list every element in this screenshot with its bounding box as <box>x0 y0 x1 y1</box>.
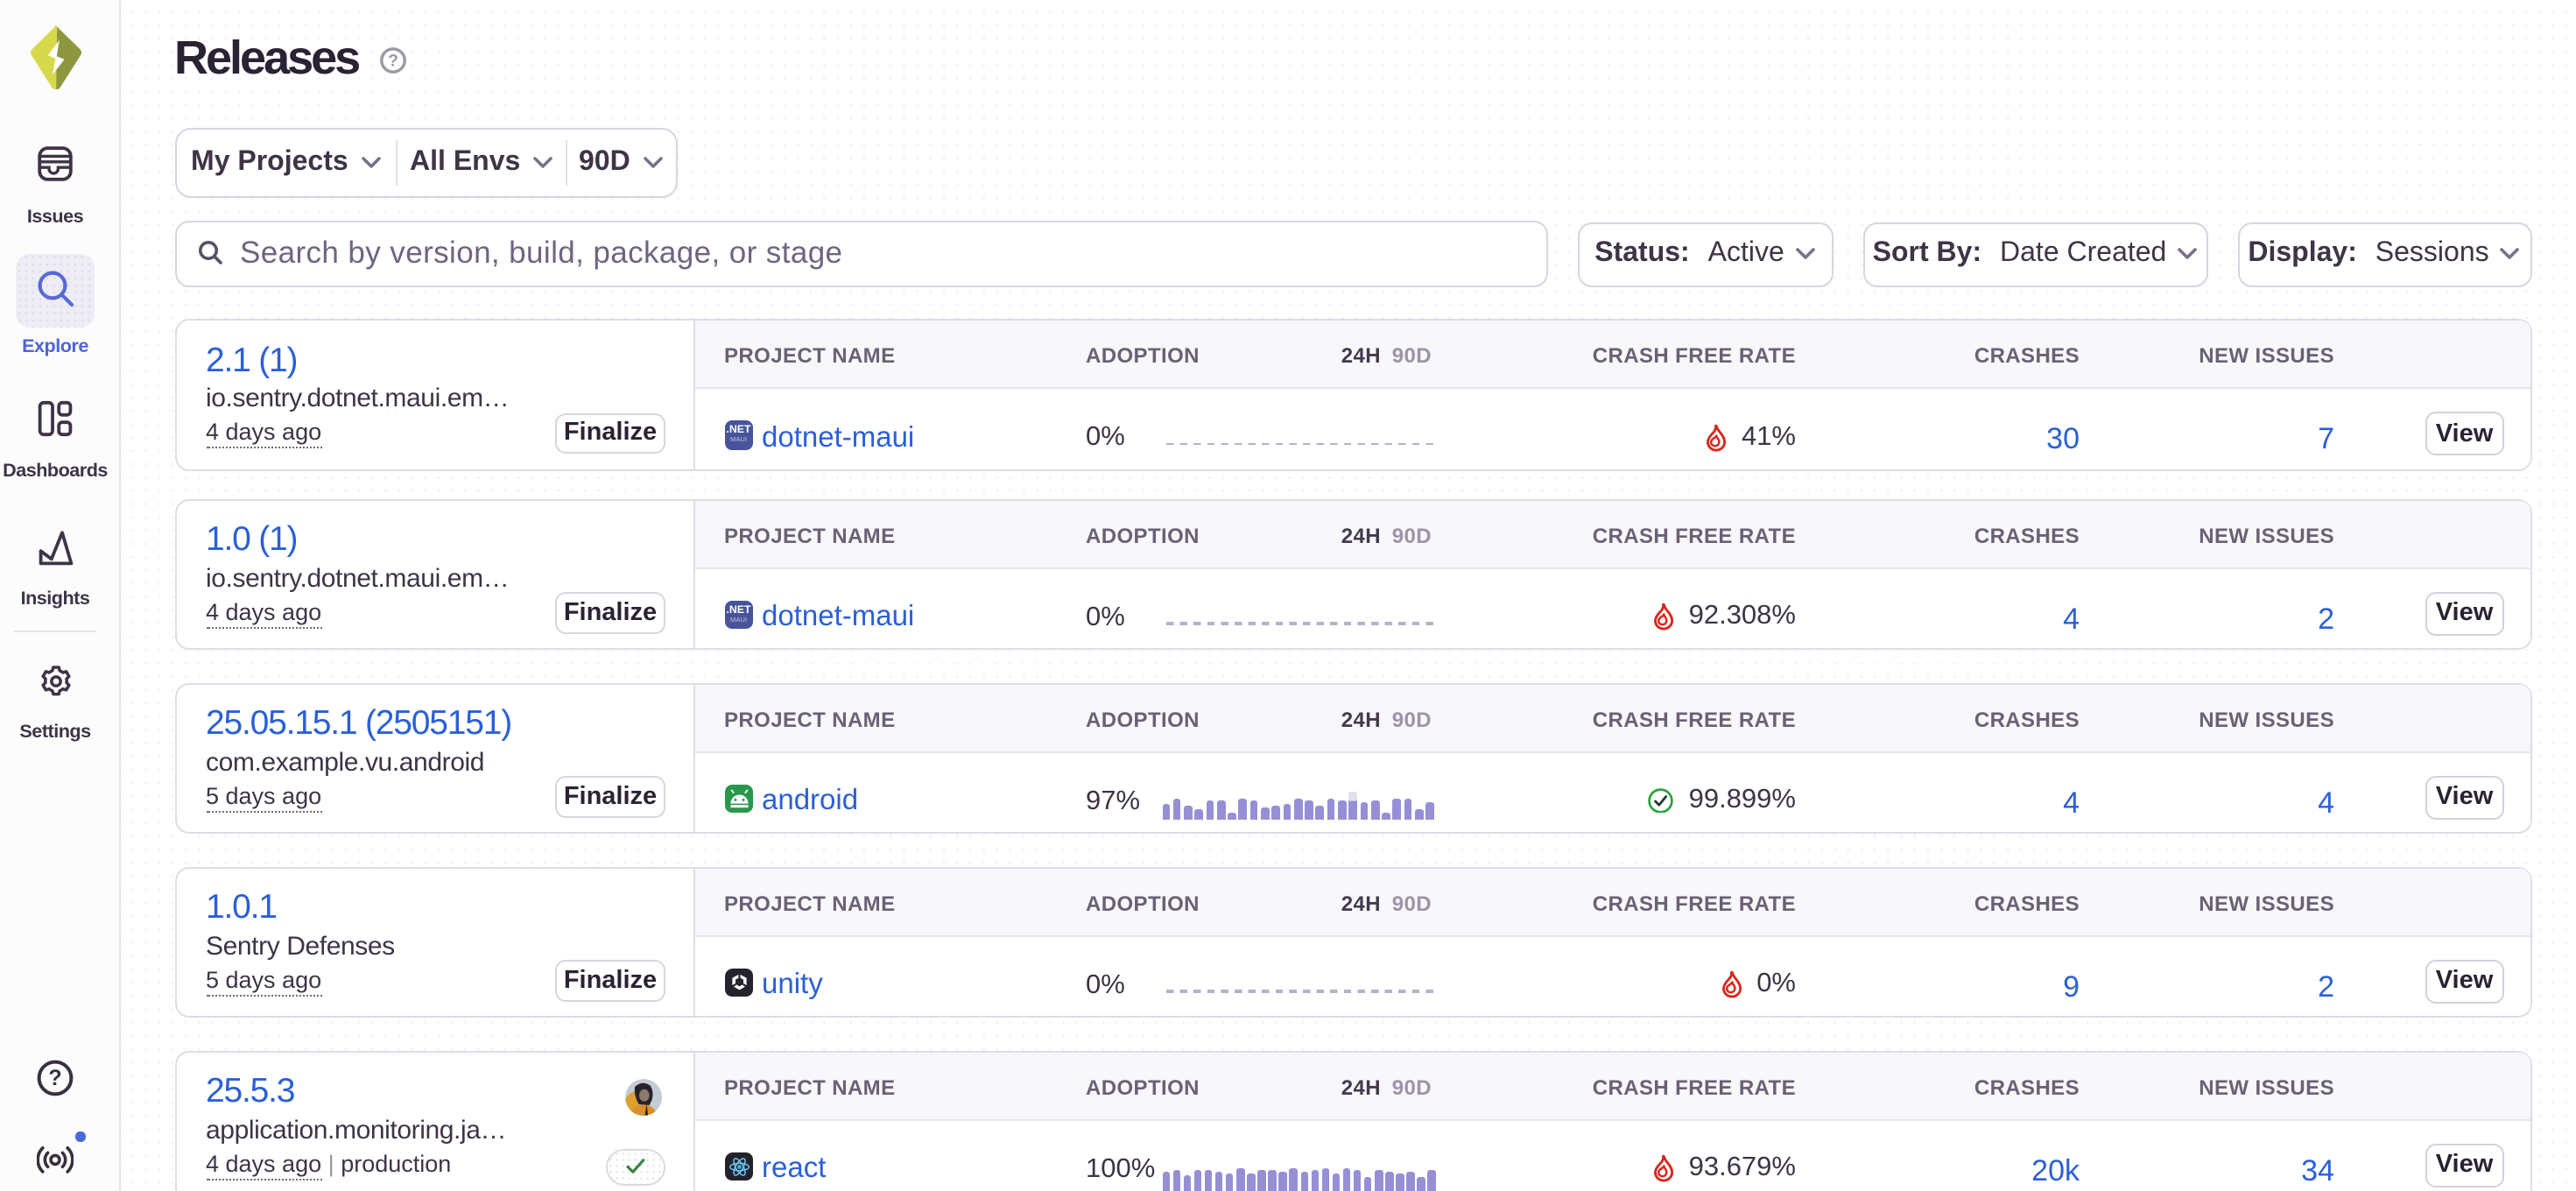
svg-text:?: ? <box>48 1065 61 1089</box>
svg-text:?: ? <box>387 52 398 70</box>
